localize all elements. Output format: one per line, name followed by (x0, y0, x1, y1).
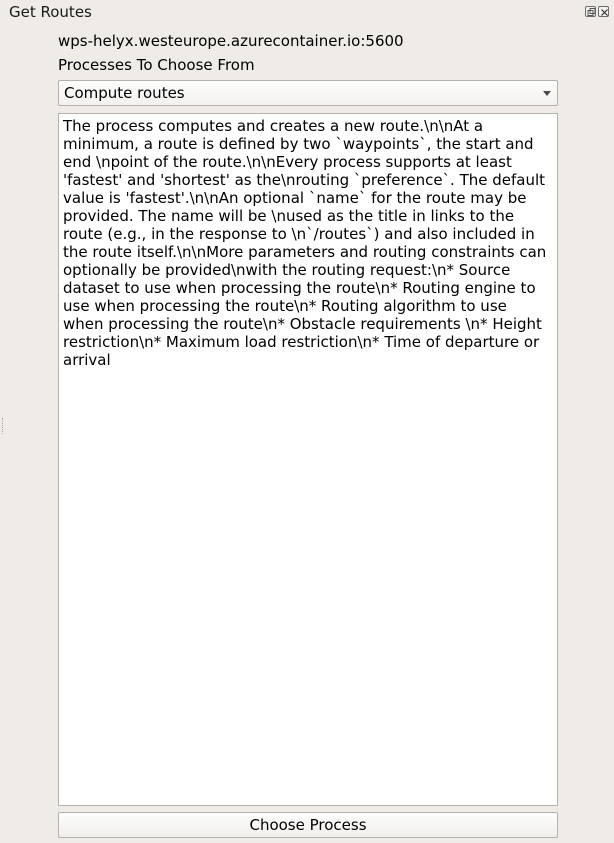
description-line: restriction\n* Maximum load restriction\… (63, 333, 540, 351)
description-line: the route itself.\n\nMore parameters and… (63, 243, 547, 261)
choose-process-button[interactable]: Choose Process (58, 812, 558, 838)
process-select-value: Compute routes (64, 84, 185, 102)
description-line: provided. The name will be \nused as the… (63, 207, 515, 225)
description-line: dataset to use when processing the route… (63, 279, 536, 297)
description-line: end \npoint of the route.\n\nEvery proce… (63, 153, 512, 171)
description-line: The process computes and creates a new r… (63, 117, 484, 135)
server-url: wps-helyx.westeurope.azurecontainer.io:5… (58, 32, 404, 50)
description-line: use when processing the route\n* Routing… (63, 297, 507, 315)
close-icon[interactable] (598, 6, 609, 17)
description-line: optionally be provided\nwith the routing… (63, 261, 511, 279)
window-title: Get Routes (9, 3, 92, 21)
process-select[interactable]: Compute routes (58, 80, 558, 106)
description-line: value is 'fastest'.\n\nAn optional `name… (63, 189, 527, 207)
process-description[interactable]: The process computes and creates a new r… (58, 113, 558, 806)
dock-title-bar[interactable]: Get Routes (0, 0, 614, 24)
resize-grip[interactable] (2, 418, 4, 434)
description-line: arrival (63, 351, 111, 369)
processes-label: Processes To Choose From (58, 56, 255, 74)
description-line: route (e.g., in the response to \n`/rout… (63, 225, 535, 243)
float-window-icon[interactable] (585, 6, 596, 17)
chevron-down-icon[interactable] (543, 91, 551, 96)
description-line: 'fastest' and 'shortest' as the\nrouting… (63, 171, 546, 189)
description-line: when processing the route\n* Obstacle re… (63, 315, 542, 333)
description-line: minimum, a route is defined by two `wayp… (63, 135, 534, 153)
